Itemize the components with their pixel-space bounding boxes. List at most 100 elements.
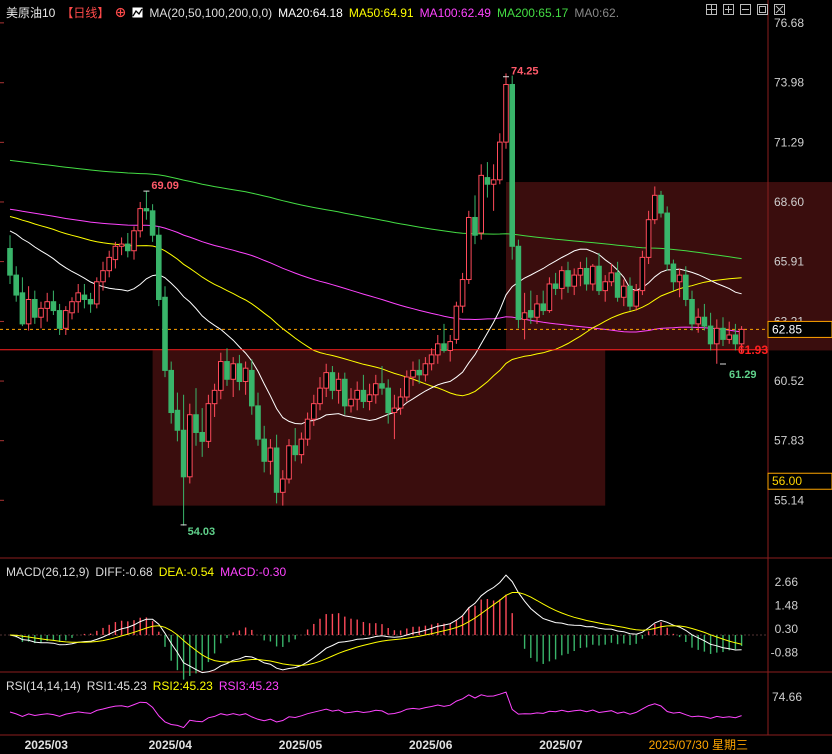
candle-body [726, 334, 733, 340]
candle-body [199, 431, 205, 442]
candle-body [143, 208, 150, 212]
candle-body [509, 83, 515, 247]
y-tick-label: 65.91 [774, 255, 804, 269]
y-tick-label: 71.29 [774, 135, 804, 149]
candle-body [459, 279, 466, 307]
candle-body [720, 327, 726, 340]
ma20-value: MA20:64.18 [278, 5, 343, 20]
candle-body [391, 407, 398, 414]
candle-body [205, 403, 212, 442]
candle-body [621, 285, 627, 298]
candle-body [614, 272, 621, 298]
date-footer: 2025/07/30 星期三 [649, 738, 748, 752]
period-label[interactable]: 【日线】 [61, 4, 109, 21]
candle-body [714, 327, 720, 345]
window-tools [706, 4, 785, 15]
candle-body [335, 378, 342, 391]
y-tick-label: 60.52 [774, 374, 804, 388]
y-tick-label: 68.60 [774, 195, 804, 209]
candle-body [627, 285, 633, 307]
macd-title[interactable]: MACD(26,12,9) [6, 565, 89, 579]
candle-body [292, 445, 298, 456]
crosshair-icon[interactable] [706, 4, 717, 15]
candle-body [472, 216, 478, 236]
candle-body [379, 383, 385, 389]
ma-title: MA(20,50,100,200,0,0) [149, 5, 273, 20]
candle-body [100, 270, 106, 283]
candle-body [311, 403, 317, 420]
macd-tick-label: 2.66 [775, 575, 799, 589]
candle-body [608, 272, 615, 283]
y-tick-label: 57.83 [774, 434, 804, 448]
candle-body [658, 194, 664, 214]
current-price-text: 62.85 [772, 322, 802, 336]
ref-level-text: 56.00 [772, 474, 802, 488]
stock-chart: 76.6873.9871.2968.6065.9163.2160.5257.83… [0, 0, 832, 752]
candle-body [565, 270, 571, 287]
candle-body [447, 341, 453, 351]
candle-body [441, 343, 447, 351]
candle-body [298, 438, 305, 456]
candle-body [187, 414, 193, 478]
macd-header: MACD(26,12,9) DIFF:-0.68 DEA:-0.54 MACD:… [6, 565, 286, 579]
candle-body [385, 387, 391, 414]
y-tick-label: 55.14 [774, 493, 804, 507]
rsi-title[interactable]: RSI(14,14,14) [6, 679, 81, 693]
candle-body [422, 363, 429, 376]
candle-body [528, 310, 534, 318]
candle-body [137, 208, 143, 232]
rsi1-value: RSI1:45.23 [86, 679, 147, 693]
candle-body [174, 409, 181, 431]
candle-body [19, 292, 26, 325]
candle-body [490, 179, 497, 185]
candle-body [125, 243, 131, 252]
rsi-line [9, 691, 742, 729]
zoom-out-icon[interactable] [740, 4, 751, 15]
x-tick-label: 2025/04 [149, 738, 193, 752]
candle-body [428, 354, 435, 365]
candle-body [645, 219, 652, 258]
candle-body [497, 141, 503, 181]
candle-body [478, 174, 484, 234]
candle-body [13, 274, 19, 296]
macd-tick-label: -0.88 [771, 646, 799, 660]
candle-body [255, 405, 261, 440]
candle-body [75, 292, 82, 303]
maximize-icon[interactable] [757, 4, 768, 15]
symbol-label[interactable]: 美原油10 [6, 4, 55, 21]
candle-body [695, 316, 702, 325]
candle-body [707, 325, 714, 345]
candle-body [670, 263, 677, 283]
candle-body [571, 274, 578, 287]
candle-body [521, 312, 528, 320]
candle-body [466, 216, 472, 281]
indicator-icon[interactable] [132, 7, 143, 18]
candle-body [180, 429, 187, 478]
candle-body [242, 367, 249, 382]
candle-body [652, 194, 658, 221]
candle-body [503, 83, 509, 143]
candle-body [193, 414, 199, 433]
candle-body [94, 281, 100, 305]
candle-body [56, 310, 63, 329]
candle-body [304, 418, 311, 440]
zoom-in-icon[interactable] [723, 4, 734, 15]
settings-icon[interactable] [115, 7, 126, 18]
close-icon[interactable] [774, 4, 785, 15]
candle-body [540, 303, 547, 312]
candle-body [552, 283, 559, 289]
candle-body [410, 369, 416, 378]
candle-body [149, 210, 156, 236]
candle-body [689, 298, 695, 325]
candle-body [577, 267, 584, 276]
candle-body [676, 274, 683, 283]
candle-body [44, 301, 51, 309]
candle-body [7, 248, 13, 276]
candle-body [360, 389, 367, 402]
candle-body [267, 447, 274, 462]
candle-body [323, 372, 329, 389]
candle-body [69, 301, 75, 314]
candle-body [118, 243, 125, 247]
macd-tick-label: 1.48 [775, 598, 799, 612]
candle-body [515, 245, 522, 320]
